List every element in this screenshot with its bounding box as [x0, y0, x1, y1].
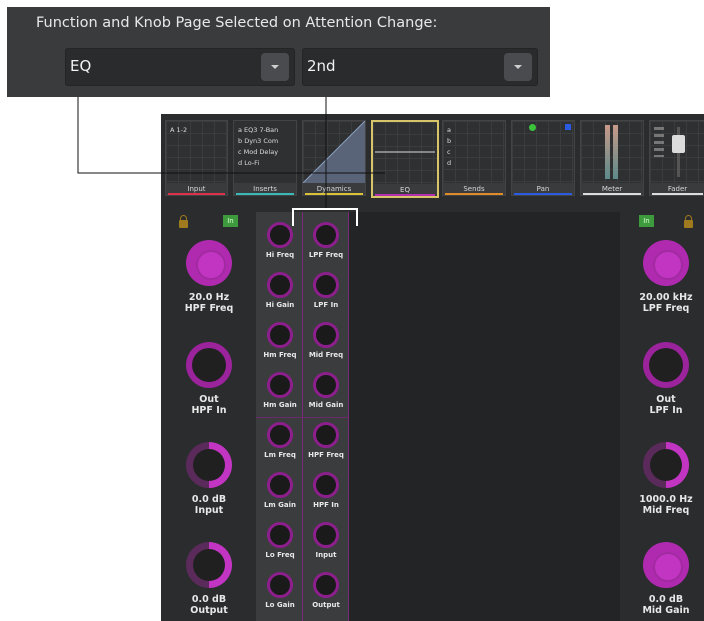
callout-lines [77, 97, 385, 226]
